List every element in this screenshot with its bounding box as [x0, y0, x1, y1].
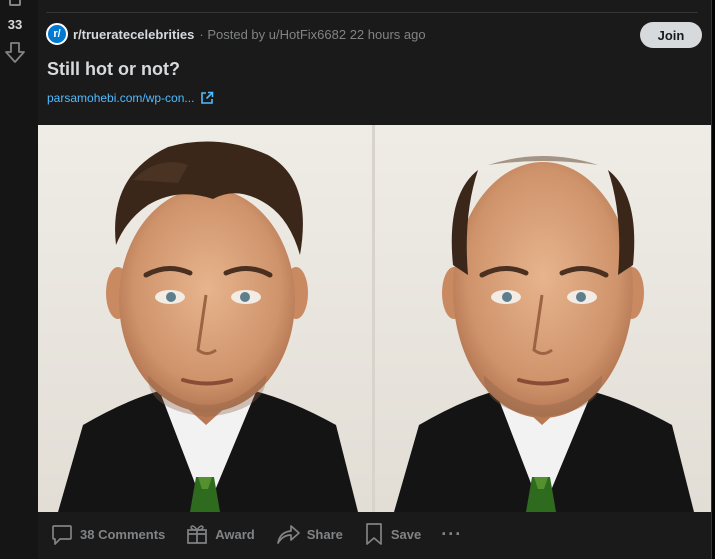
upvote-icon[interactable] [9, 0, 21, 6]
award-label: Award [215, 526, 255, 542]
vote-column: 33 [0, 0, 38, 559]
vote-count: 33 [7, 17, 23, 32]
subreddit-icon[interactable]: r/ [46, 23, 68, 45]
post-card: 33 r/ r/trueratecelebrities · Posted by … [0, 0, 712, 559]
comment-icon [52, 525, 72, 545]
save-label: Save [390, 526, 422, 542]
save-button[interactable]: Save [357, 517, 427, 551]
bookmark-icon [366, 523, 382, 545]
post-header: r/ r/trueratecelebrities · Posted by u/H… [46, 22, 426, 46]
more-options-button[interactable]: ··· [435, 524, 468, 545]
share-button[interactable]: Share [269, 517, 349, 551]
join-button[interactable]: Join [640, 22, 702, 48]
award-button[interactable]: Award [179, 517, 261, 551]
post-title[interactable]: Still hot or not? [47, 59, 180, 80]
downvote-button[interactable] [4, 41, 26, 65]
post-image[interactable] [38, 125, 711, 512]
share-label: Share [306, 526, 343, 542]
post-link-row: parsamohebi.com/wp-con... [47, 91, 214, 105]
post-link[interactable]: parsamohebi.com/wp-con... [47, 91, 194, 105]
divider [46, 12, 698, 13]
post-meta: · Posted by u/HotFix6682 22 hours ago [199, 26, 426, 42]
share-icon [276, 525, 300, 544]
comments-button[interactable]: 38 Comments [44, 517, 171, 551]
external-link-icon[interactable] [200, 91, 214, 105]
post-actions: 38 Comments Award Share Save ··· [44, 517, 468, 551]
gift-icon [187, 525, 208, 544]
downvote-icon [5, 42, 25, 63]
post-image-illustration [38, 125, 711, 512]
subreddit-link[interactable]: r/trueratecelebrities [73, 27, 194, 42]
comments-label: 38 Comments [80, 526, 166, 542]
